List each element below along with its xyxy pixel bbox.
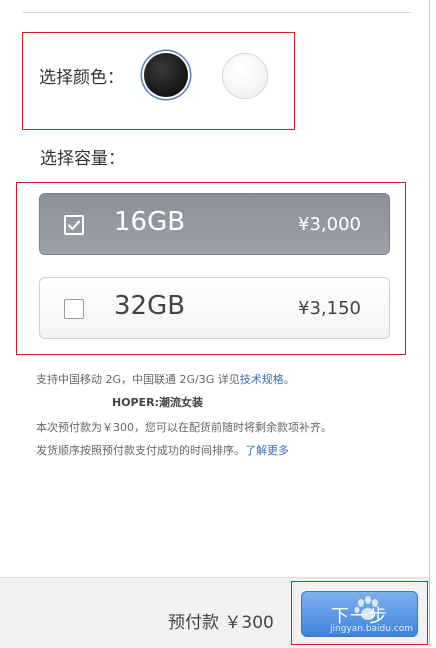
baidu-paw-icon <box>354 596 378 620</box>
color-selection-section: 选择颜色： <box>22 32 295 130</box>
capacity-option-32gb[interactable]: 32GB ¥3,150 <box>39 277 390 339</box>
capacity-selection-section: 16GB ¥3,000 32GB ¥3,150 <box>16 182 406 355</box>
capacity-price: ¥3,000 <box>298 214 361 235</box>
capacity-size: 16GB <box>114 207 186 237</box>
deposit-note: 本次预付款为￥300，您可以在配货前随时将剩余款项补齐。 <box>36 421 332 434</box>
color-label: 选择颜色： <box>39 68 124 88</box>
capacity-size: 32GB <box>114 291 186 321</box>
color-swatch-white[interactable] <box>222 53 268 99</box>
tech-specs-link[interactable]: 技术规格 <box>240 373 284 386</box>
top-divider <box>22 12 411 13</box>
deposit-amount: 预付款 ￥300 <box>168 613 274 633</box>
shipping-order-prefix: 发货顺序按照预付款支付成功的时间排序。 <box>36 444 245 457</box>
network-support-text: 支持中国移动 2G，中国联通 2G/3G 详见技术规格。 <box>36 371 295 387</box>
checkbox-unchecked[interactable] <box>64 299 84 319</box>
shipping-order-text: 发货顺序按照预付款支付成功的时间排序。了解更多 <box>36 442 289 458</box>
color-swatch-black[interactable] <box>144 53 188 97</box>
next-button-highlight: 下一步 jingyan.baidu.com <box>291 581 428 645</box>
learn-more-link[interactable]: 了解更多 <box>245 444 289 457</box>
network-support-prefix: 支持中国移动 2G，中国联通 2G/3G 详见 <box>36 373 240 386</box>
next-button[interactable]: 下一步 jingyan.baidu.com <box>301 591 418 637</box>
baidu-watermark: jingyan.baidu.com <box>330 624 414 634</box>
capacity-label: 选择容量： <box>40 149 125 169</box>
capacity-option-16gb[interactable]: 16GB ¥3,000 <box>39 193 390 255</box>
network-support-suffix: 。 <box>283 373 295 386</box>
capacity-price: ¥3,150 <box>298 298 361 319</box>
panel-right-border <box>429 0 430 647</box>
hoper-watermark: HOPER:潮流女装 <box>112 396 204 409</box>
check-icon <box>67 220 81 231</box>
checkbox-checked[interactable] <box>64 215 84 235</box>
